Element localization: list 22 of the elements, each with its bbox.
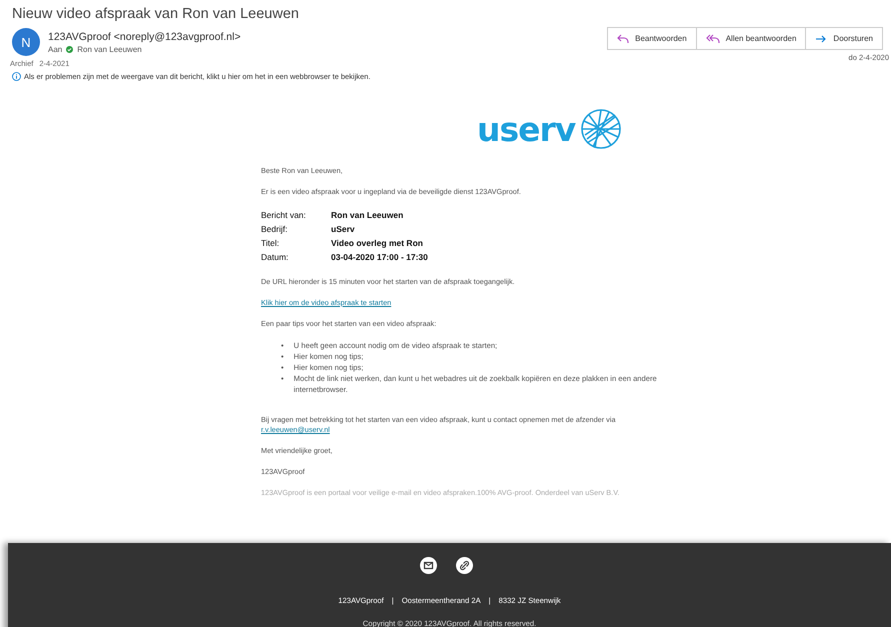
detail-value: 03-04-2020 17:00 - 17:30 (331, 251, 428, 264)
detail-label: Titel: (261, 236, 331, 250)
sender-address: 123AVGproof <noreply@123avgproof.nl> (48, 30, 241, 42)
link-icon[interactable] (456, 557, 473, 574)
detail-value: uServ (331, 223, 356, 236)
userv-logo-text: userv (477, 112, 576, 146)
detail-label: Datum: (261, 250, 331, 264)
check-circle-icon (66, 46, 74, 52)
detail-value: Ron van Leeuwen (331, 209, 404, 222)
info-icon (12, 72, 21, 81)
forward-icon (815, 34, 828, 44)
mail-icon[interactable] (420, 557, 437, 574)
detail-label: Bedrijf: (261, 223, 288, 236)
globe-logo-icon (579, 107, 624, 151)
recipient-name: Ron van Leeuwen (77, 44, 142, 54)
to-label: Aan (48, 44, 62, 54)
detail-label: Bericht van: (261, 209, 307, 222)
reply-icon (617, 34, 630, 44)
reply-all-icon (706, 34, 720, 44)
avatar-circle: N (12, 28, 40, 56)
email-subject: Nieuw video afspraak van Ron van Leeuwen (12, 6, 300, 22)
detail-value: Video overleg met Ron (331, 237, 424, 250)
